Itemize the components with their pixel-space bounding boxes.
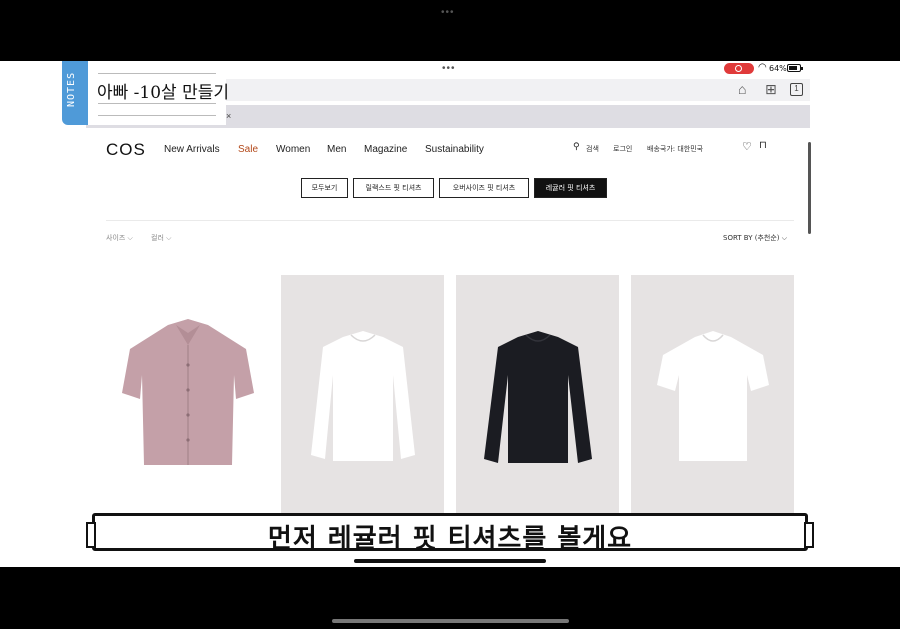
screen-record-indicator[interactable]: [724, 63, 754, 74]
black-long-sleeve-image: [456, 275, 619, 515]
notes-tab[interactable]: NOTES: [62, 61, 88, 125]
white-tshirt-image: [631, 275, 794, 515]
notes-rule-line: [98, 103, 216, 104]
chip-oversize-fit[interactable]: 오버사이즈 핏 티셔츠: [439, 178, 529, 198]
ipad-screen: ••• ◠ 64% ⌂ ⊞ 1 NOTES 아빠 -10살 만들기 × COS …: [0, 61, 900, 567]
caption-text: 먼저 레귤러 핏 티셔츠를 볼게요: [267, 524, 633, 554]
nav-magazine[interactable]: Magazine: [364, 144, 407, 155]
nav-sale[interactable]: Sale: [238, 144, 258, 155]
shipping-country-link[interactable]: 배송국가: 대한민국: [647, 144, 703, 154]
battery-icon: [787, 64, 803, 72]
notes-card[interactable]: 아빠 -10살 만들기: [88, 61, 230, 125]
notes-rule-line: [98, 73, 216, 74]
home-indicator[interactable]: [354, 559, 546, 563]
product-card[interactable]: [106, 275, 269, 515]
chip-relaxed-fit[interactable]: 릴랙스드 핏 티셔츠: [353, 178, 434, 198]
notes-close-icon[interactable]: ×: [226, 111, 231, 121]
nav-women[interactable]: Women: [276, 144, 310, 155]
product-card[interactable]: [456, 275, 619, 515]
tabs-count-button[interactable]: 1: [790, 83, 803, 96]
wifi-icon: ◠: [758, 62, 767, 73]
chip-regular-fit[interactable]: 레귤러 핏 티셔츠: [534, 178, 607, 198]
login-link[interactable]: 로그인: [613, 144, 632, 154]
nav-new-arrivals[interactable]: New Arrivals: [164, 144, 220, 155]
notes-text: 아빠 -10살 만들기: [97, 83, 230, 103]
product-card[interactable]: [631, 275, 794, 515]
new-tab-icon[interactable]: ⊞: [765, 81, 777, 98]
product-card[interactable]: [281, 275, 444, 515]
filter-divider: [106, 220, 794, 221]
category-filter-chips: 모두보기 릴랙스드 핏 티셔츠 오버사이즈 핏 티셔츠 레귤러 핏 티셔츠: [86, 178, 810, 200]
cos-website: COS New Arrivals Sale Women Men Magazine…: [86, 128, 811, 567]
chip-all[interactable]: 모두보기: [301, 178, 348, 198]
multitask-dots[interactable]: •••: [442, 63, 456, 74]
color-filter[interactable]: 컬러 ⌵: [151, 233, 171, 243]
white-long-sleeve-image: [281, 275, 444, 515]
cos-logo[interactable]: COS: [106, 140, 146, 160]
notes-rule-line: [98, 115, 216, 116]
nav-men[interactable]: Men: [327, 144, 346, 155]
top-more-dots: •••: [441, 7, 455, 18]
home-icon[interactable]: ⌂: [738, 81, 746, 97]
bottom-home-indicator[interactable]: [332, 619, 569, 623]
sort-dropdown[interactable]: SORT BY (추천순) ⌵: [723, 233, 787, 243]
search-link[interactable]: 검색: [586, 144, 599, 154]
subtitle-caption: 먼저 레귤러 핏 티셔츠를 볼게요: [86, 513, 814, 554]
nav-sustainability[interactable]: Sustainability: [425, 144, 484, 155]
bag-icon[interactable]: ⊓: [759, 140, 767, 151]
notes-tab-label: NOTES: [66, 71, 77, 107]
heart-icon[interactable]: ♡: [742, 140, 752, 153]
search-icon[interactable]: ⚲: [573, 141, 580, 152]
battery-percentage: 64%: [769, 64, 787, 73]
pink-shirt-image: [106, 275, 269, 515]
size-filter[interactable]: 사이즈 ⌵: [106, 233, 133, 243]
